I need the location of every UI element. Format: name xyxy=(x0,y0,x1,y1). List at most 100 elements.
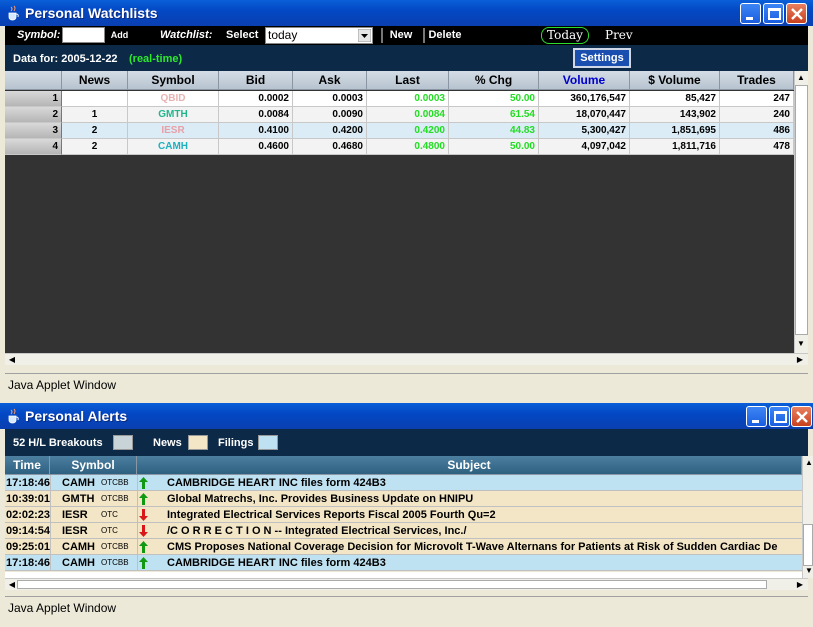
scroll-right-icon[interactable]: ▶ xyxy=(794,355,806,365)
maximize-button[interactable] xyxy=(769,406,790,427)
column-divider xyxy=(137,507,138,522)
scroll-thumb[interactable] xyxy=(795,85,808,335)
alert-symbol[interactable]: IESR xyxy=(62,507,88,522)
alert-subject[interactable]: CAMBRIDGE HEART INC files form 424B3 xyxy=(167,555,386,570)
watchlist-horizontal-scrollbar[interactable]: ◀ ▶ xyxy=(5,353,808,365)
minimize-button[interactable] xyxy=(746,406,767,427)
watchlist-cell-trades: 247 xyxy=(720,91,794,107)
col-header-news[interactable]: News xyxy=(62,71,128,90)
col-time[interactable]: Time xyxy=(5,456,50,475)
alert-row[interactable]: 09:14:54 IESR OTC/C O R R E C T I O N -- I… xyxy=(5,523,802,539)
minimize-button[interactable] xyxy=(740,3,761,24)
alerts-vertical-scrollbar[interactable]: ▲ ▼ xyxy=(802,456,813,578)
watchlist-vertical-scrollbar[interactable]: ▲ ▼ xyxy=(794,71,808,353)
alerts-titlebar[interactable]: Personal Alerts xyxy=(0,403,813,429)
alerts-horizontal-scrollbar[interactable]: ◀ ▶ xyxy=(5,578,808,590)
alert-subject[interactable]: Integrated Electrical Services Reports F… xyxy=(167,507,496,522)
filings-legend-swatch[interactable] xyxy=(258,435,278,450)
watchlist-grid: News Symbol Bid Ask Last% Chg Volume $ Volume T… xyxy=(5,71,794,353)
alert-symbol[interactable]: CAMH xyxy=(62,539,95,554)
alert-row[interactable]: 17:18:46 CAMH OTCBB CAMBRIDGE HEART INC fil… xyxy=(5,475,802,491)
symbol-input[interactable] xyxy=(62,27,105,43)
column-divider xyxy=(50,507,51,522)
col-header-ask[interactable]: Ask xyxy=(293,71,367,90)
alert-time: 17:18:46 xyxy=(6,477,51,489)
alert-exchange: OTCBB xyxy=(101,478,129,487)
col-header-symbol[interactable]: Symbol xyxy=(128,71,219,90)
alert-row[interactable]: 17:18:46 CAMH OTCBB CAMBRIDGE HEART INC fil… xyxy=(5,555,802,571)
col-header-bid[interactable]: Bid xyxy=(219,71,293,90)
alert-symbol[interactable]: IESR xyxy=(62,523,88,538)
today-button[interactable]: Today xyxy=(541,27,589,44)
scroll-thumb[interactable] xyxy=(17,580,767,589)
watchlist-cell-symbol[interactable]: GMTH xyxy=(128,107,219,123)
col-header-volume[interactable]: Volume xyxy=(539,71,630,90)
news-legend-label: News xyxy=(153,437,182,449)
watchlist-cell-ask: 0.4200 xyxy=(293,123,367,139)
watchlist-cell-news[interactable]: 2 xyxy=(62,123,128,139)
arrow-up-icon xyxy=(139,557,148,570)
watchlist-select[interactable]: today xyxy=(265,27,373,44)
scroll-down-icon[interactable]: ▼ xyxy=(803,566,813,576)
watchlist-cell-trades: 478 xyxy=(720,139,794,155)
alert-subject[interactable]: CMS Proposes National Coverage Decision … xyxy=(167,539,777,554)
watchlist-cell-symbol[interactable]: QBID xyxy=(128,91,219,107)
scroll-left-icon[interactable]: ◀ xyxy=(6,355,18,365)
alert-row[interactable]: 09:25:01 CAMH OTCBB CMS Proposes National C… xyxy=(5,539,802,555)
header-corner xyxy=(5,71,62,90)
watchlist-cell-news[interactable] xyxy=(62,91,128,107)
symbol-label: Symbol: xyxy=(17,29,61,41)
news-legend-swatch[interactable] xyxy=(188,435,208,450)
alert-symbol[interactable]: CAMH xyxy=(62,475,95,490)
scroll-down-icon[interactable]: ▼ xyxy=(795,339,807,349)
col-header-last[interactable]: Last xyxy=(367,71,449,90)
watchlist-cell-symbol[interactable]: CAMH xyxy=(128,139,219,155)
col-subject[interactable]: Subject xyxy=(137,456,802,475)
watchlist-titlebar[interactable]: Personal Watchlists xyxy=(0,0,813,26)
column-divider xyxy=(50,523,51,538)
watchlist-toolbar: Symbol: Add Watchlist: Select today New … xyxy=(5,26,808,45)
scroll-up-icon[interactable]: ▲ xyxy=(803,458,813,468)
select-label: Select xyxy=(226,29,259,41)
alert-subject[interactable]: CAMBRIDGE HEART INC files form 424B3 xyxy=(167,475,386,490)
watchlist-cell-ask: 0.0090 xyxy=(293,107,367,123)
watchlist-cell-symbol[interactable]: IESR xyxy=(128,123,219,139)
watchlist-cell-news[interactable]: 2 xyxy=(62,139,128,155)
column-divider xyxy=(137,491,138,506)
alert-row[interactable]: 10:39:01 GMTH OTCBB Global Matrechs, Inc. P… xyxy=(5,491,802,507)
alert-subject[interactable]: /C O R R E C T I O N -- Integrated Elect… xyxy=(167,523,467,538)
scroll-right-icon[interactable]: ▶ xyxy=(794,580,806,590)
watchlist-cell-last: 0.4200 xyxy=(367,123,449,139)
col-header-volume[interactable]: $ Volume xyxy=(630,71,720,90)
close-button[interactable] xyxy=(786,3,807,24)
data-info-bar: Data for: 2005-12-22 (real-time) Setting… xyxy=(5,45,808,71)
close-button[interactable] xyxy=(791,406,812,427)
alert-subject[interactable]: Global Matrechs, Inc. Provides Business … xyxy=(167,491,473,506)
col-header-chg[interactable]: % Chg xyxy=(449,71,539,90)
applet-status: Java Applet Window xyxy=(5,596,808,618)
column-divider xyxy=(137,539,138,554)
scroll-up-icon[interactable]: ▲ xyxy=(795,73,807,83)
breakouts-legend-swatch[interactable] xyxy=(113,435,133,450)
alert-row[interactable]: 02:02:23 IESR OTC Integrated Electrical Ser… xyxy=(5,507,802,523)
col-header-trades[interactable]: Trades xyxy=(720,71,794,90)
alert-symbol[interactable]: CAMH xyxy=(62,555,95,570)
maximize-button[interactable] xyxy=(763,3,784,24)
arrow-down-icon xyxy=(139,509,148,522)
watchlist-cell-ask: 0.0003 xyxy=(293,91,367,107)
col-symbol[interactable]: Symbol xyxy=(50,456,137,475)
scroll-thumb[interactable] xyxy=(803,524,813,566)
watchlist-cell-volume: 18,070,447 xyxy=(539,107,630,123)
prev-button[interactable]: Prev xyxy=(605,28,633,42)
watchlist-cell-news[interactable]: 1 xyxy=(62,107,128,123)
alert-time: 10:39:01 xyxy=(6,493,51,505)
alert-symbol[interactable]: GMTH xyxy=(62,491,94,506)
alert-time: 02:02:23 xyxy=(6,509,51,521)
watchlist-cell-chg: 61.54 xyxy=(449,107,539,123)
delete-button[interactable]: Delete xyxy=(423,28,465,43)
applet-status: Java Applet Window xyxy=(5,373,808,395)
new-button[interactable]: New xyxy=(381,28,419,43)
settings-button[interactable]: Settings xyxy=(573,48,631,68)
add-button[interactable]: Add xyxy=(107,27,132,43)
watchlist-cell-ask: 0.4680 xyxy=(293,139,367,155)
